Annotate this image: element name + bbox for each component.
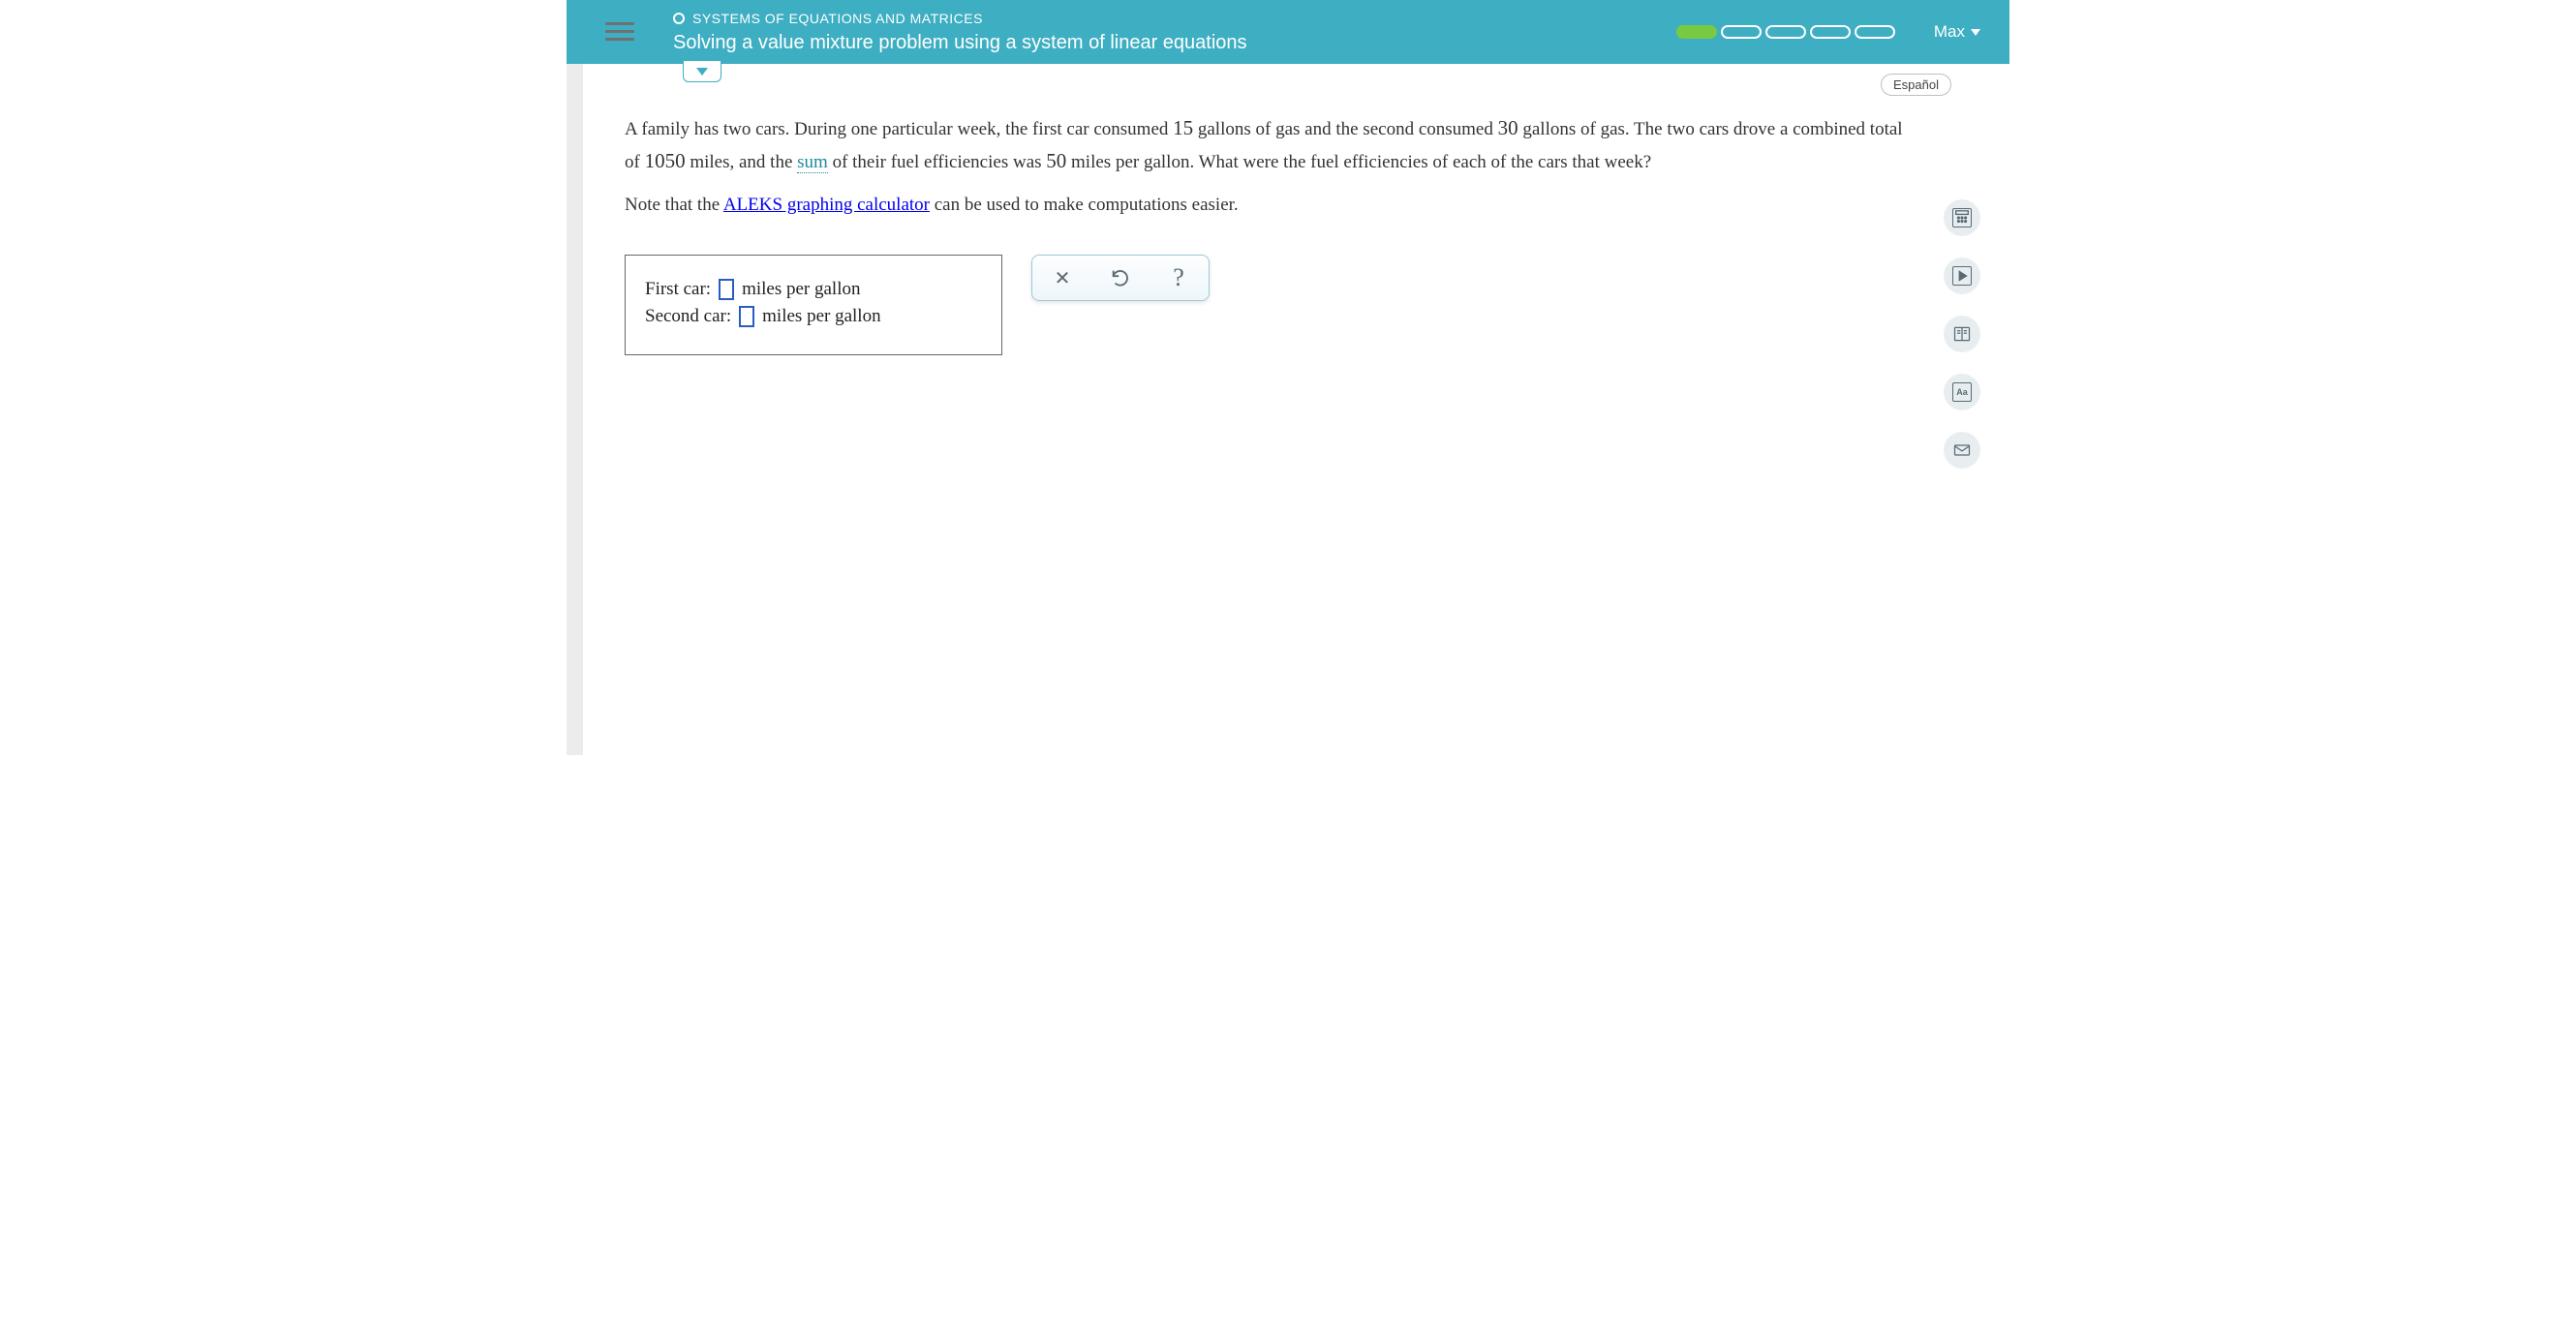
progress-seg-2 <box>1721 25 1762 39</box>
first-car-label: First car: <box>645 279 711 300</box>
chevron-down-icon <box>696 68 708 76</box>
calculator-note: Note that the ALEKS graphing calculator … <box>625 195 1951 216</box>
user-name: Max <box>1934 22 1965 42</box>
second-car-unit: miles per gallon <box>762 306 880 327</box>
answer-line-1: First car: miles per gallon <box>645 279 982 300</box>
language-button[interactable]: Español <box>1881 74 1951 96</box>
x-icon: ✕ <box>1055 266 1071 290</box>
calculator-button[interactable] <box>1944 199 1980 236</box>
page-title: Solving a value mixture problem using a … <box>673 32 1247 54</box>
problem-value-2: 30 <box>1498 116 1518 139</box>
breadcrumb-text: SYSTEMS OF EQUATIONS AND MATRICES <box>692 11 983 26</box>
header-bar: SYSTEMS OF EQUATIONS AND MATRICES Solvin… <box>567 0 2009 64</box>
second-car-input[interactable] <box>739 306 754 327</box>
progress-bar <box>1676 25 1895 39</box>
calculator-icon <box>1952 208 1972 227</box>
problem-text-frag: miles per gallon. What were the fuel eff… <box>1066 152 1651 172</box>
play-icon <box>1952 266 1972 286</box>
problem-value-4: 50 <box>1046 149 1066 172</box>
envelope-icon <box>1952 440 1972 460</box>
progress-seg-3 <box>1765 25 1806 39</box>
problem-value-1: 15 <box>1173 116 1193 139</box>
glossary-button[interactable]: Aa <box>1944 374 1980 410</box>
aleks-calculator-link[interactable]: ALEKS graphing calculator <box>723 195 930 215</box>
glossary-icon: Aa <box>1952 382 1972 402</box>
question-icon: ? <box>1173 263 1184 292</box>
progress-seg-1 <box>1676 25 1717 39</box>
answer-box: First car: miles per gallon Second car: … <box>625 255 1002 355</box>
textbook-button[interactable] <box>1944 316 1980 352</box>
problem-text-frag: of their fuel efficiencies was <box>828 152 1046 172</box>
problem-value-3: 1050 <box>645 149 686 172</box>
sum-definition-link[interactable]: sum <box>797 152 828 173</box>
note-frag: Note that the <box>625 195 723 215</box>
problem-text-frag: A family has two cars. During one partic… <box>625 119 1173 139</box>
undo-button[interactable] <box>1108 265 1133 290</box>
video-button[interactable] <box>1944 258 1980 294</box>
note-frag: can be used to make computations easier. <box>930 195 1239 215</box>
answer-line-2: Second car: miles per gallon <box>645 306 982 327</box>
undo-icon <box>1110 267 1131 288</box>
tool-tray: ✕ ? <box>1031 255 1210 301</box>
help-button[interactable]: ? <box>1166 265 1191 290</box>
user-menu[interactable]: Max <box>1934 22 1980 42</box>
message-button[interactable] <box>1944 432 1980 469</box>
breadcrumb: SYSTEMS OF EQUATIONS AND MATRICES <box>673 11 1247 26</box>
topic-dropdown-tab[interactable] <box>683 61 721 82</box>
menu-icon[interactable] <box>605 17 634 46</box>
first-car-input[interactable] <box>719 279 734 300</box>
problem-statement: A family has two cars. During one partic… <box>625 112 1922 177</box>
breadcrumb-circle-icon <box>673 13 685 24</box>
caret-down-icon <box>1971 29 1980 36</box>
problem-text-frag: miles, and the <box>686 152 798 172</box>
first-car-unit: miles per gallon <box>742 279 860 300</box>
book-icon <box>1952 324 1972 344</box>
progress-seg-5 <box>1855 25 1895 39</box>
second-car-label: Second car: <box>645 306 731 327</box>
right-rail: Aa <box>1944 199 1980 469</box>
clear-button[interactable]: ✕ <box>1050 265 1075 290</box>
progress-seg-4 <box>1810 25 1851 39</box>
problem-text-frag: gallons of gas and the second consumed <box>1193 119 1497 139</box>
